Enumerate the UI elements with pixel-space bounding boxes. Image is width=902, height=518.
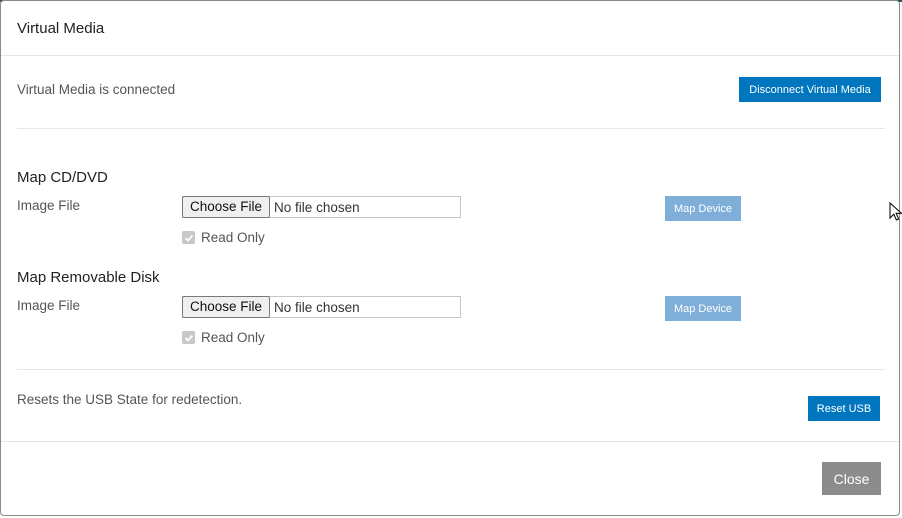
cd-dvd-read-only-checkbox[interactable] [182,231,195,244]
map-removable-disk-title: Map Removable Disk [17,269,160,286]
mouse-pointer-icon [889,202,902,221]
connection-status-text: Virtual Media is connected [17,82,176,97]
checkmark-icon [184,334,193,342]
cd-dvd-read-only-label: Read Only [201,230,265,245]
usb-reset-description: Resets the USB State for redetection. [17,392,243,407]
footer-divider [1,441,899,442]
removable-disk-image-file-label: Image File [17,298,81,313]
removable-disk-read-only-label: Read Only [201,330,265,345]
map-cd-dvd-title: Map CD/DVD [17,169,108,186]
dialog-header: Virtual Media [1,1,899,56]
checkmark-icon [184,234,193,242]
cd-dvd-choose-file-button[interactable]: Choose File [182,196,271,218]
removable-disk-read-only-checkbox[interactable] [182,331,195,344]
virtual-media-dialog: Virtual Media Virtual Media is connected… [0,0,900,516]
reset-usb-button[interactable]: Reset USB [808,396,880,421]
cd-dvd-image-file-label: Image File [17,198,81,213]
removable-disk-choose-file-button[interactable]: Choose File [182,296,271,318]
removable-disk-file-input[interactable]: Choose File No file chosen [182,296,461,318]
removable-disk-file-status: No file chosen [274,299,360,315]
cd-dvd-read-only-row: Read Only [182,230,265,245]
removable-disk-read-only-row: Read Only [182,330,265,345]
cd-dvd-file-status: No file chosen [274,199,360,215]
section-divider-top [17,128,885,129]
cd-dvd-file-input[interactable]: Choose File No file chosen [182,196,461,218]
dialog-title: Virtual Media [17,20,105,37]
close-button[interactable]: Close [822,462,881,495]
section-divider-bottom [17,369,885,370]
cd-dvd-map-device-button[interactable]: Map Device [665,196,741,221]
disconnect-virtual-media-button[interactable]: Disconnect Virtual Media [739,77,881,102]
removable-disk-map-device-button[interactable]: Map Device [665,296,741,321]
